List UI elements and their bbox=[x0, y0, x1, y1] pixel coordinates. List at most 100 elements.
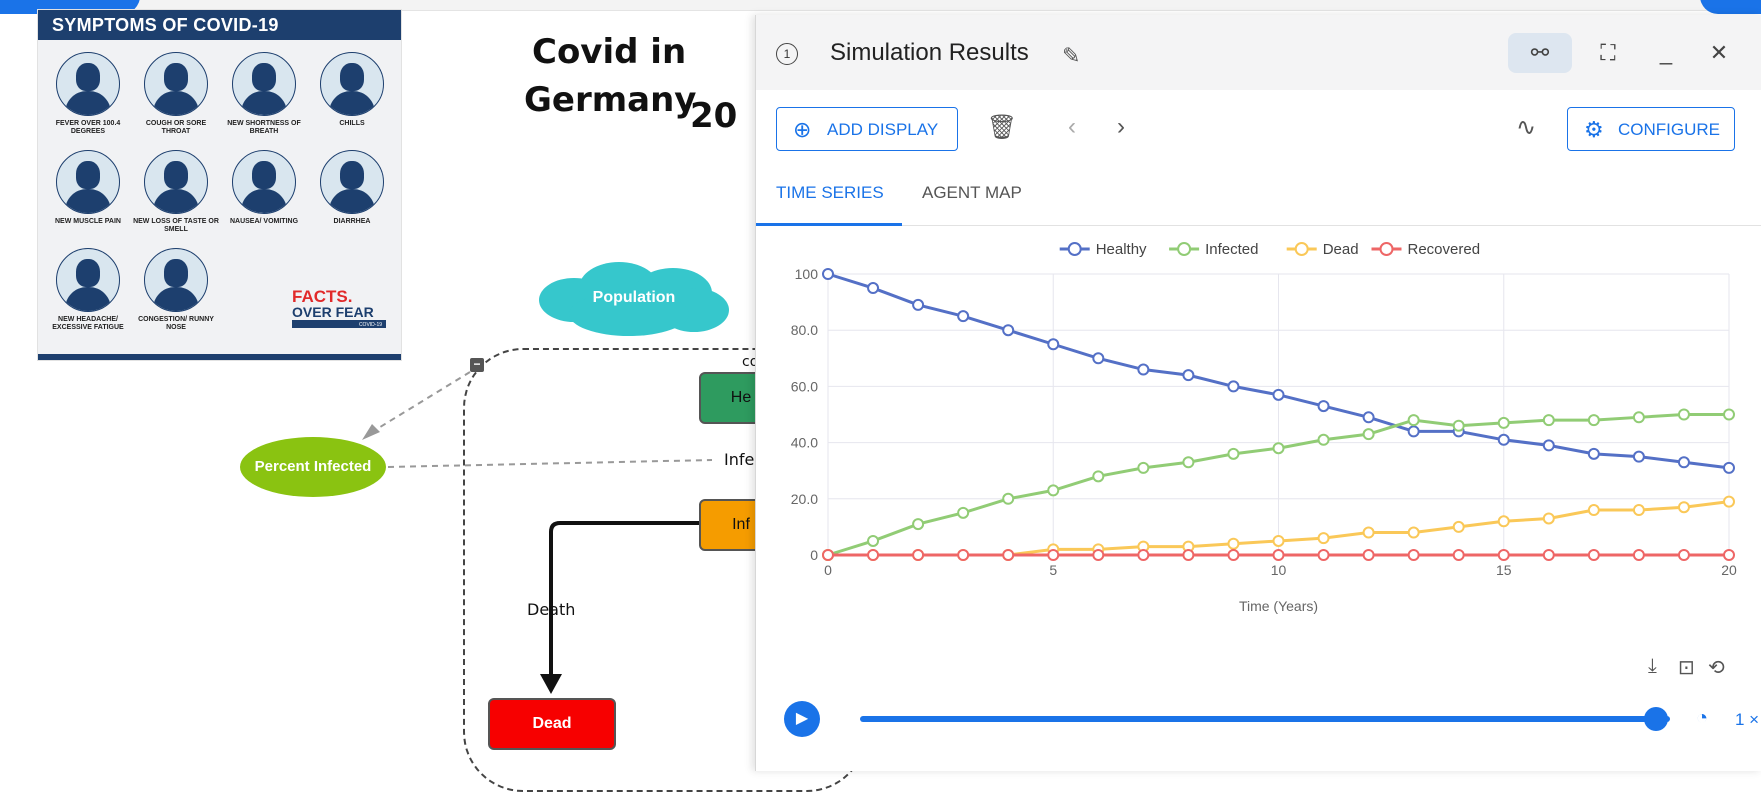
data-point-recovered bbox=[1227, 549, 1240, 561]
data-point-recovered bbox=[1137, 549, 1150, 561]
info-icon[interactable]: 1 bbox=[776, 43, 798, 65]
data-point-healthy bbox=[1002, 324, 1015, 337]
data-point-infected bbox=[1677, 408, 1690, 421]
data-point-healthy bbox=[1677, 456, 1690, 469]
data-point-infected bbox=[957, 506, 970, 519]
data-point-dead bbox=[1317, 532, 1330, 545]
active-tab-indicator bbox=[756, 223, 902, 226]
data-point-healthy bbox=[1632, 450, 1645, 463]
data-point-recovered bbox=[1542, 549, 1555, 561]
data-point-recovered bbox=[1632, 549, 1645, 561]
speed-value[interactable]: 1 × bbox=[1735, 710, 1759, 730]
reset-zoom-icon[interactable]: ⟲ bbox=[1708, 655, 1725, 680]
simulation-results-window: 1 Simulation Results ✎ ⚯ ⛶ _ ✕ ⊕ ADD DIS… bbox=[755, 15, 1761, 771]
signature-icon[interactable]: ∿ bbox=[1510, 113, 1542, 142]
infection-transition-label: Infe bbox=[724, 450, 755, 469]
play-button[interactable]: ▶ bbox=[784, 701, 820, 737]
close-icon[interactable]: ✕ bbox=[1699, 33, 1739, 73]
chevron-right-icon[interactable]: › bbox=[1105, 113, 1137, 141]
data-point-infected bbox=[1723, 408, 1735, 421]
x-tick-label: 5 bbox=[1049, 562, 1057, 578]
data-point-healthy bbox=[867, 282, 880, 295]
data-point-infected bbox=[1317, 433, 1330, 446]
data-point-dead bbox=[1632, 504, 1645, 517]
data-point-healthy bbox=[1227, 380, 1240, 393]
data-point-healthy bbox=[1542, 439, 1555, 452]
data-point-healthy bbox=[1092, 352, 1105, 365]
tab-agent-map[interactable]: AGENT MAP bbox=[922, 183, 1022, 203]
y-tick-label: 80.0 bbox=[791, 322, 818, 338]
playback-slider[interactable] bbox=[860, 716, 1670, 722]
legend-label-healthy: Healthy bbox=[1096, 241, 1147, 258]
legend-marker-healthy bbox=[1067, 242, 1082, 256]
death-transition-label: Death bbox=[527, 600, 576, 619]
trash-icon[interactable]: 🗑 bbox=[986, 113, 1018, 142]
data-point-healthy bbox=[1587, 447, 1600, 460]
x-axis-title: Time (Years) bbox=[1239, 598, 1318, 614]
legend-label-dead: Dead bbox=[1323, 241, 1359, 258]
y-tick-label: 20.0 bbox=[791, 491, 818, 507]
data-point-healthy bbox=[822, 268, 834, 280]
chevron-left-icon[interactable]: ‹ bbox=[1056, 113, 1088, 141]
collapse-toggle[interactable]: − bbox=[470, 358, 484, 372]
data-point-infected bbox=[867, 534, 880, 547]
data-point-recovered bbox=[912, 549, 925, 561]
window-header: 1 Simulation Results ✎ ⚯ ⛶ _ ✕ bbox=[756, 15, 1761, 90]
zoom-icon[interactable]: ⊡ bbox=[1678, 655, 1695, 680]
data-point-infected bbox=[912, 518, 925, 531]
data-point-healthy bbox=[912, 298, 925, 311]
link-arrow-to-percent-infected bbox=[371, 371, 471, 433]
x-tick-label: 15 bbox=[1496, 562, 1512, 578]
window-title: Simulation Results bbox=[830, 39, 1029, 66]
speed-gauge-icon[interactable]: ◔ bbox=[1696, 707, 1708, 730]
x-tick-label: 0 bbox=[824, 562, 832, 578]
pencil-icon[interactable]: ✎ bbox=[1062, 43, 1080, 69]
add-display-label: ADD DISPLAY bbox=[827, 120, 939, 139]
percent-infected-node[interactable]: Percent Infected bbox=[240, 437, 386, 497]
data-point-recovered bbox=[1002, 549, 1015, 561]
data-point-healthy bbox=[1407, 425, 1420, 438]
data-point-recovered bbox=[867, 549, 880, 561]
y-tick-label: 100 bbox=[795, 266, 819, 282]
data-point-dead bbox=[1362, 526, 1375, 539]
legend-marker-recovered bbox=[1379, 242, 1394, 256]
playback-slider-thumb[interactable] bbox=[1644, 707, 1668, 731]
tab-time-series[interactable]: TIME SERIES bbox=[776, 183, 884, 203]
data-point-infected bbox=[1092, 470, 1105, 483]
download-icon[interactable]: ⤓ bbox=[1648, 655, 1657, 678]
data-point-infected bbox=[1002, 492, 1015, 505]
data-point-infected bbox=[1047, 484, 1060, 497]
data-point-recovered bbox=[1092, 549, 1105, 561]
data-point-infected bbox=[1362, 428, 1375, 441]
data-point-dead bbox=[1407, 526, 1420, 539]
link-arrowhead bbox=[362, 424, 380, 440]
data-point-recovered bbox=[1587, 549, 1600, 561]
fullscreen-icon[interactable]: ⛶ bbox=[1588, 33, 1628, 73]
x-tick-label: 20 bbox=[1721, 562, 1737, 578]
data-point-dead bbox=[1677, 501, 1690, 514]
data-point-healthy bbox=[1272, 388, 1285, 401]
dead-state-node[interactable]: Dead bbox=[488, 698, 616, 750]
data-point-dead bbox=[1227, 537, 1240, 550]
y-tick-label: 40.0 bbox=[791, 435, 818, 451]
data-point-dead bbox=[1497, 515, 1510, 528]
data-point-recovered bbox=[1047, 549, 1060, 561]
legend-marker-infected bbox=[1177, 242, 1192, 256]
population-cloud-node[interactable]: Population bbox=[539, 258, 729, 338]
data-point-recovered bbox=[1497, 549, 1510, 561]
minimize-icon[interactable]: _ bbox=[1646, 33, 1686, 73]
population-label: Population bbox=[592, 289, 676, 306]
y-tick-label: 0 bbox=[810, 547, 818, 563]
data-point-dead bbox=[1542, 512, 1555, 525]
data-point-recovered bbox=[1677, 549, 1690, 561]
configure-button[interactable]: ⚙ CONFIGURE bbox=[1567, 107, 1735, 151]
data-point-healthy bbox=[1362, 411, 1375, 424]
data-point-dead bbox=[1272, 534, 1285, 547]
data-point-dead bbox=[1723, 495, 1735, 508]
data-point-dead bbox=[1587, 504, 1600, 517]
data-point-recovered bbox=[1317, 549, 1330, 561]
legend-label-recovered: Recovered bbox=[1408, 241, 1481, 258]
model-map-icon[interactable]: ⚯ bbox=[1508, 33, 1572, 73]
data-point-infected bbox=[1407, 414, 1420, 427]
add-display-button[interactable]: ⊕ ADD DISPLAY bbox=[776, 107, 958, 151]
